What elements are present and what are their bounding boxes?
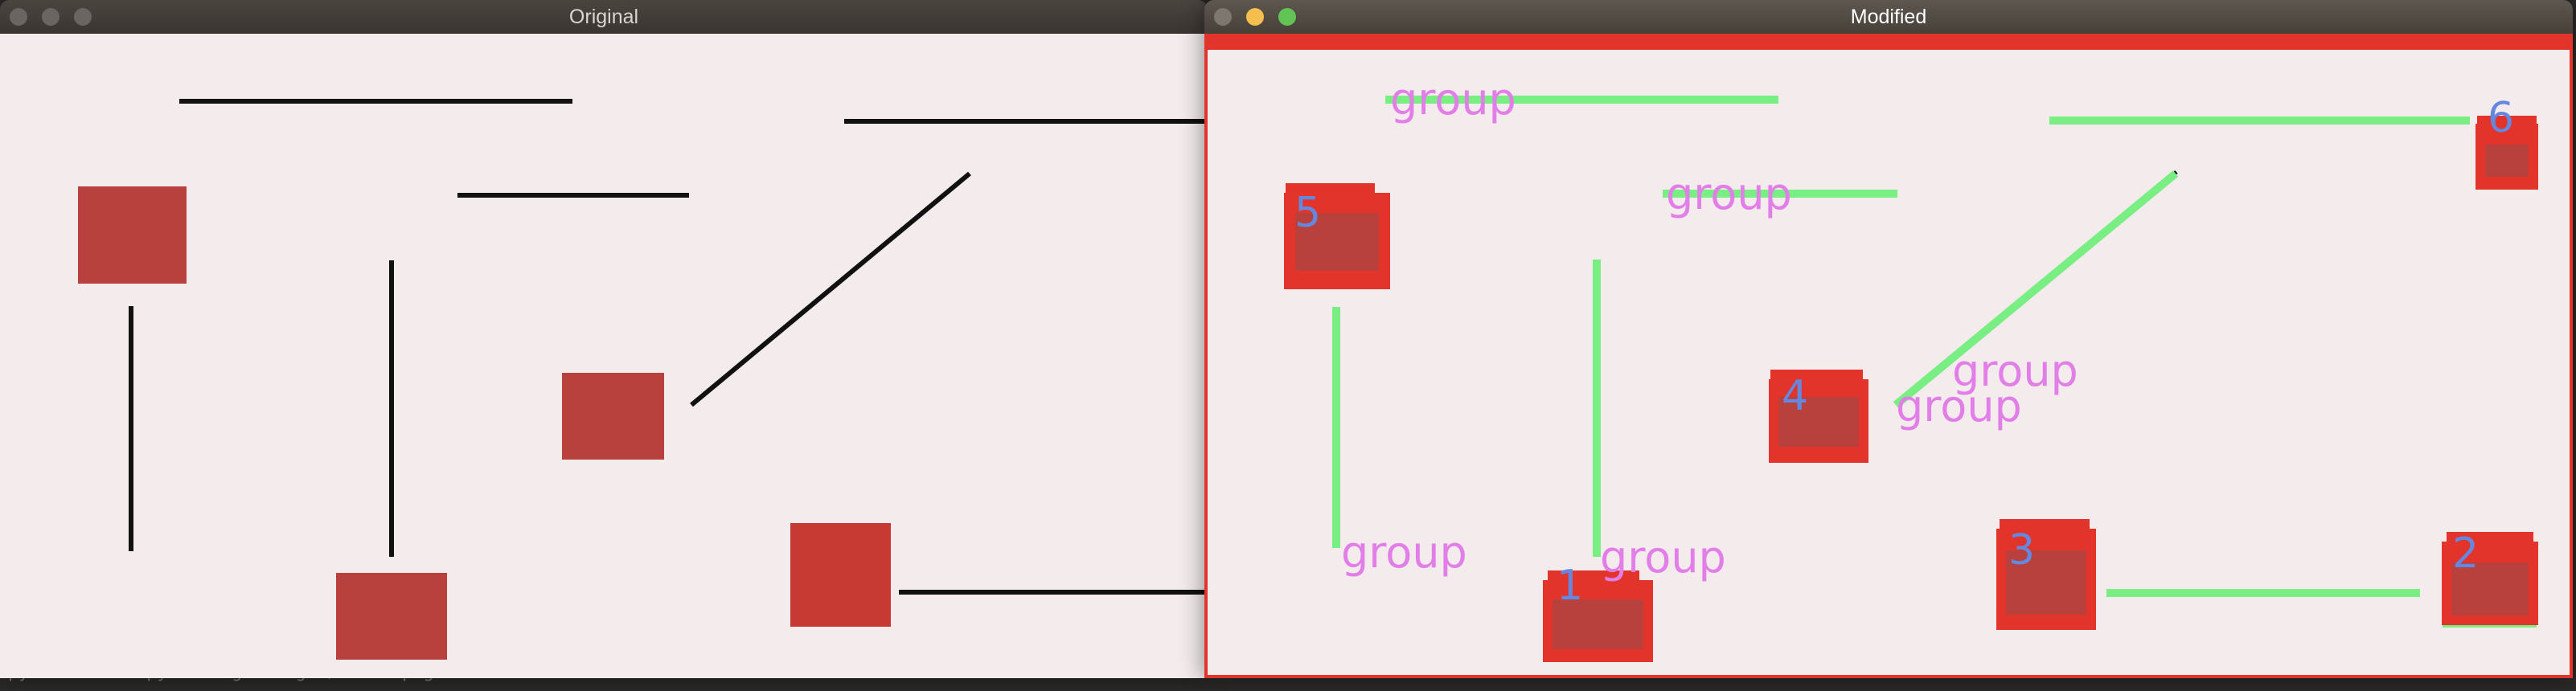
number-label: 1	[1557, 562, 1583, 610]
window-title: Original	[568, 6, 639, 28]
box	[336, 573, 447, 660]
number-label: 3	[2008, 526, 2035, 574]
group-label: group	[1600, 532, 1726, 583]
box	[78, 186, 187, 284]
box	[562, 373, 664, 460]
group-label: group	[1341, 527, 1467, 578]
modified-drawing: group group group group group group 1 2 …	[1284, 74, 2538, 662]
original-drawing	[78, 99, 1208, 660]
number-label: 6	[2488, 94, 2514, 142]
modified-titlebar[interactable]: Modified	[1204, 0, 2573, 34]
number-label: 4	[1782, 372, 1808, 420]
box	[790, 523, 891, 627]
original-window[interactable]: Original	[0, 0, 1208, 678]
line	[690, 171, 971, 407]
group-label: group	[1390, 74, 1516, 125]
number-label: 5	[1294, 189, 1321, 237]
original-titlebar[interactable]: Original	[0, 0, 1208, 34]
group-label: group	[1896, 381, 2022, 431]
window-title: Modified	[1850, 6, 1927, 28]
modified-canvas: group group group group group group 1 2 …	[1204, 34, 2573, 678]
original-canvas	[0, 34, 1208, 678]
modified-window[interactable]: Modified group group group group group g…	[1204, 0, 2573, 678]
number-label: 2	[2452, 529, 2479, 578]
group-label: group	[1666, 169, 1792, 219]
